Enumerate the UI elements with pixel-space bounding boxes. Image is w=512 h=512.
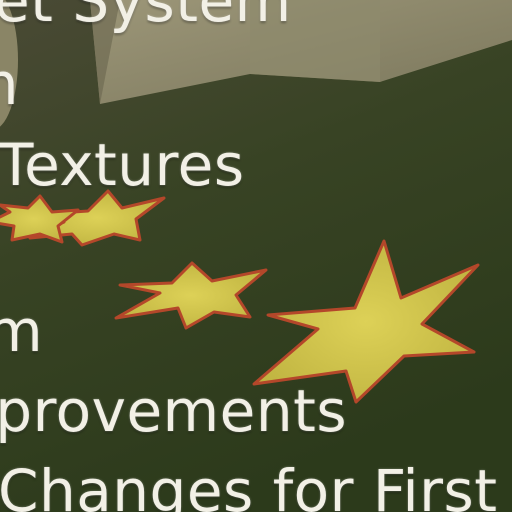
menu-item-improvements[interactable]: nprovements bbox=[0, 382, 347, 440]
menu-item-m[interactable]: m bbox=[0, 55, 19, 113]
menu-item-em[interactable]: em bbox=[0, 302, 43, 360]
menu-item-changes-for-first[interactable]: Changes for First A bbox=[0, 462, 512, 512]
main-menu: et System m Textures em nprovements Chan… bbox=[0, 0, 512, 512]
menu-item-system[interactable]: et System bbox=[0, 0, 292, 30]
menu-item-textures[interactable]: Textures bbox=[0, 136, 245, 194]
